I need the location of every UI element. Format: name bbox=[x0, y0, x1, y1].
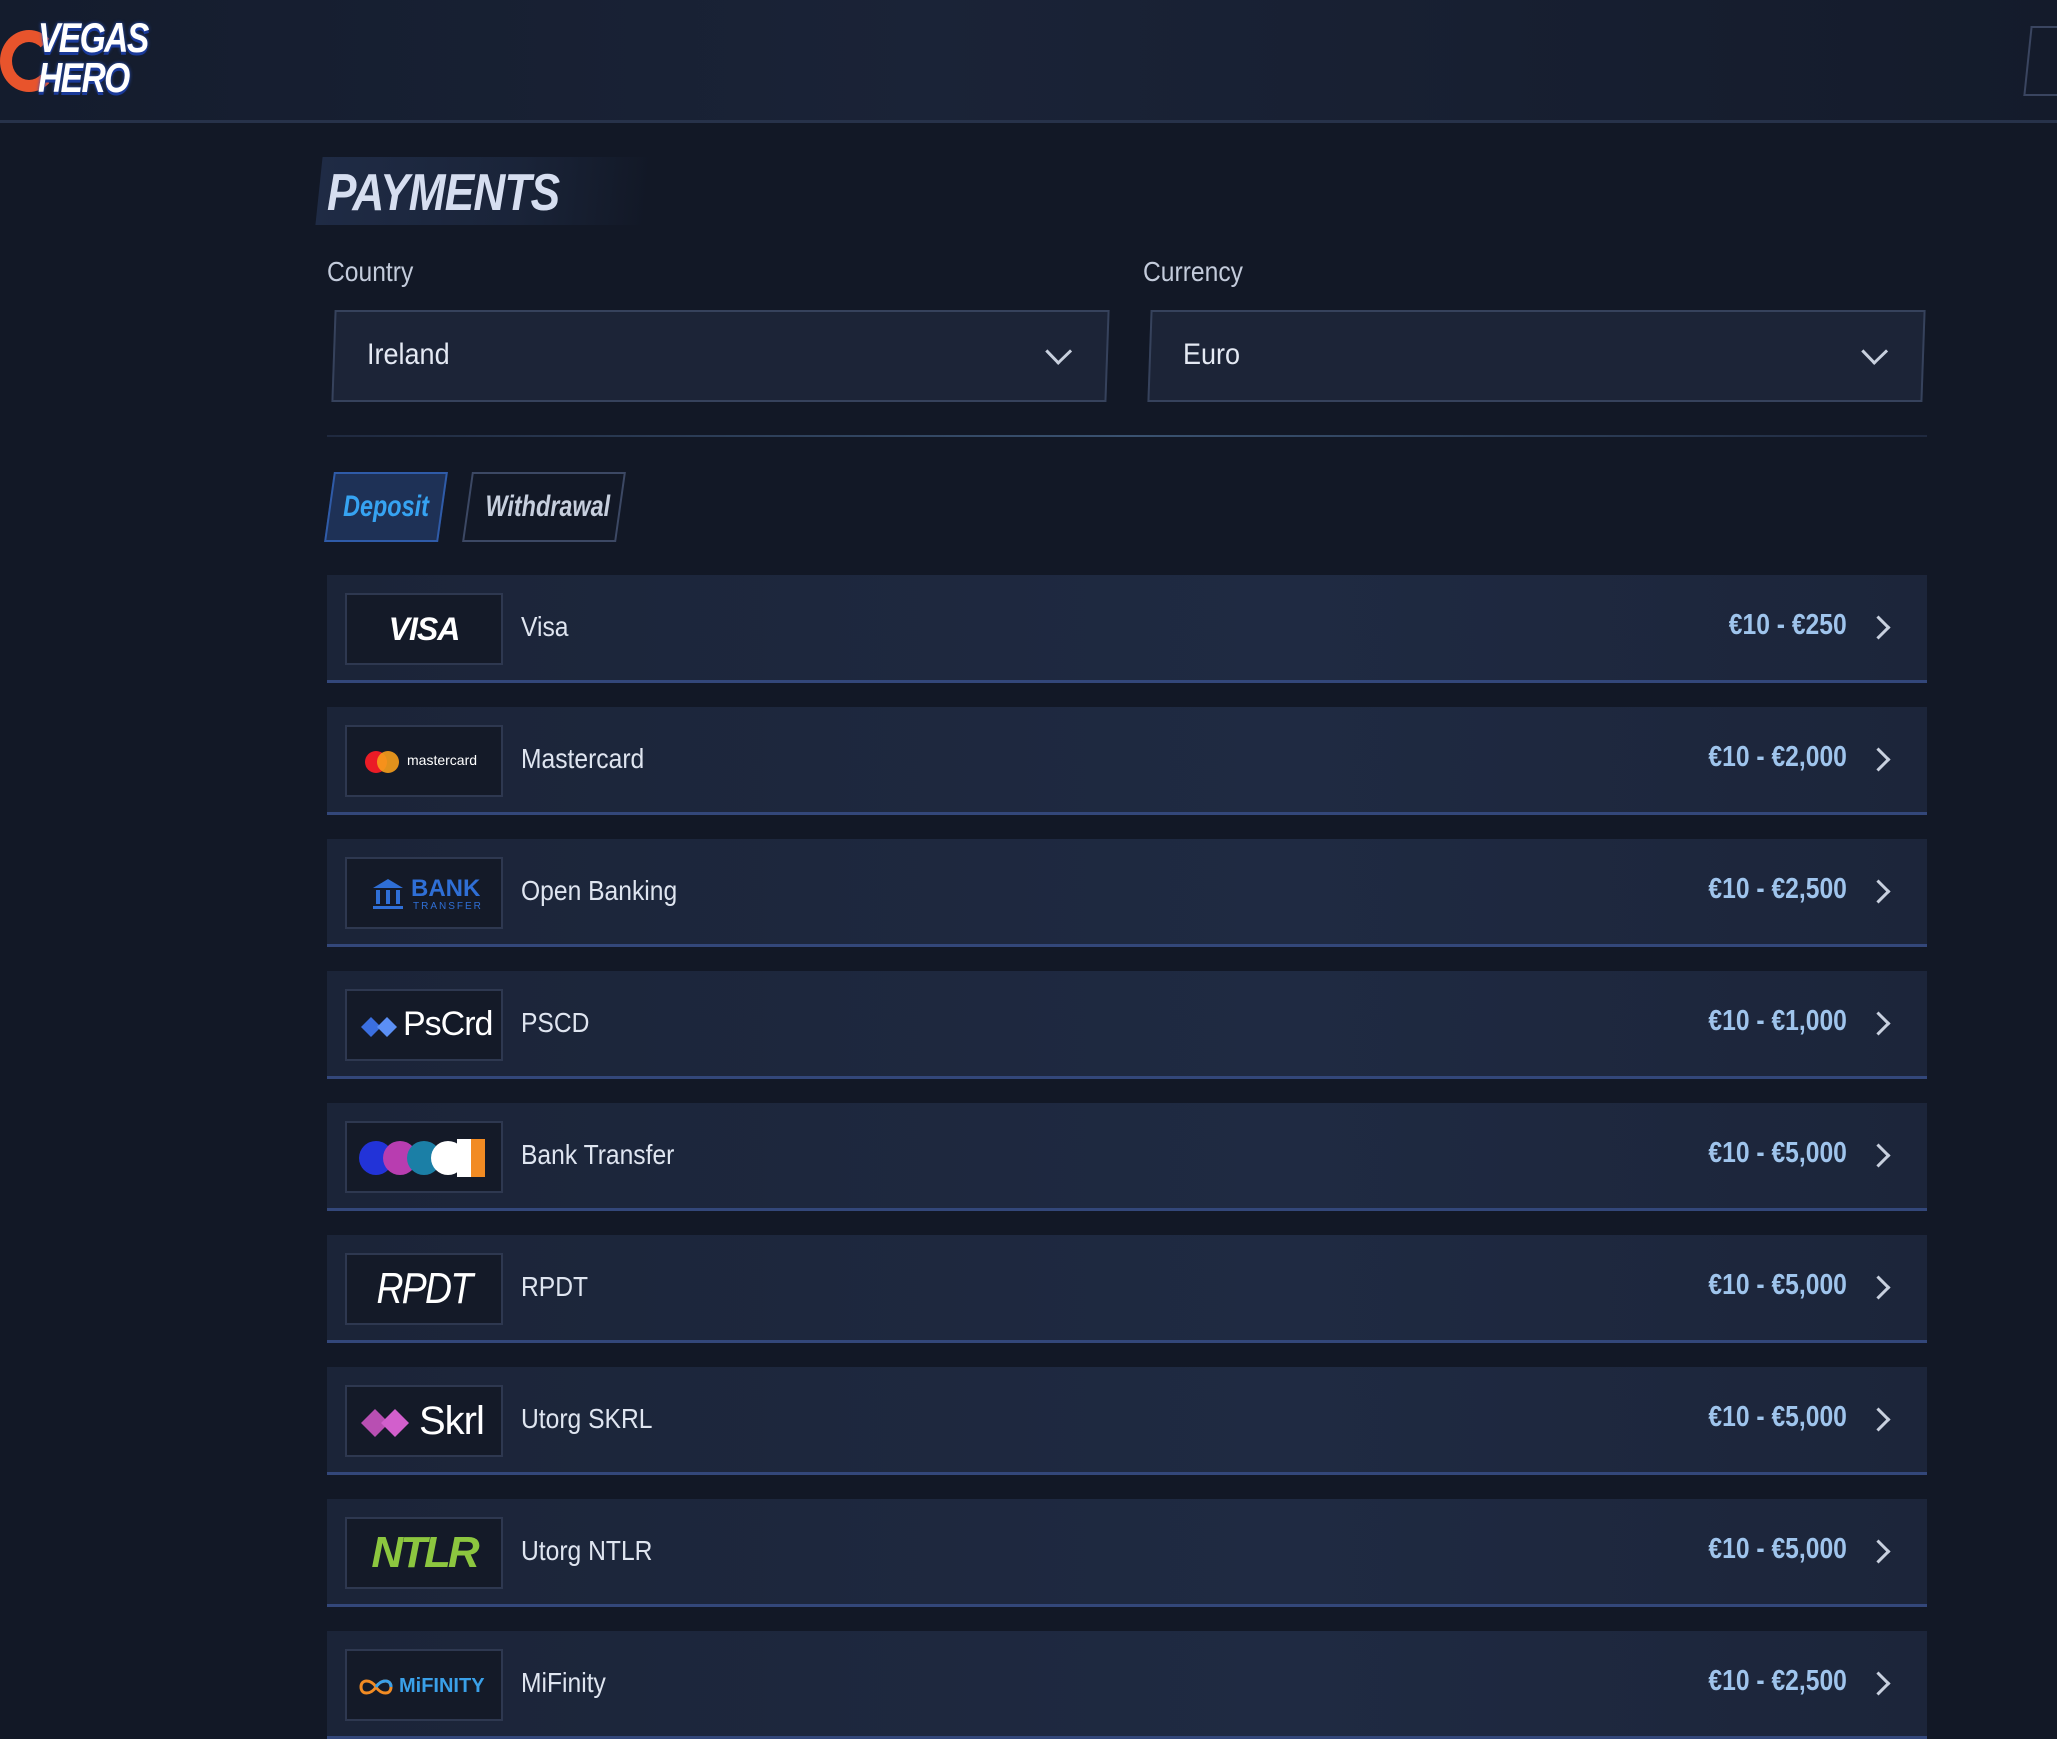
tab-deposit[interactable]: Deposit bbox=[324, 472, 448, 542]
currency-select-value: Euro bbox=[1183, 338, 1241, 371]
top-navigation-bar: VEGAS HERO bbox=[0, 0, 2057, 123]
ntlr-logo-text: NTLR bbox=[371, 1528, 479, 1577]
header-menu-button[interactable] bbox=[2023, 26, 2057, 96]
flag-white-stripe-icon bbox=[457, 1139, 471, 1177]
method-range: €10 - €250 bbox=[1729, 609, 1847, 641]
skrl-diamond-icon bbox=[361, 1409, 409, 1437]
payment-method-row-bank-transfer[interactable]: Bank Transfer €10 - €5,000 bbox=[327, 1103, 1927, 1211]
section-divider bbox=[327, 435, 1927, 437]
bank-transfer-multi-logo-icon bbox=[345, 1121, 503, 1193]
mifinity-infinity-icon bbox=[359, 1679, 393, 1695]
bank-logo-text: BANK bbox=[411, 875, 481, 902]
chevron-right-icon bbox=[1866, 1275, 1891, 1300]
mastercard-orange-circle-icon bbox=[377, 751, 399, 773]
tab-deposit-label: Deposit bbox=[343, 490, 429, 523]
method-name: Mastercard bbox=[521, 743, 645, 774]
payment-method-row-mastercard[interactable]: mastercard Mastercard €10 - €2,000 bbox=[327, 707, 1927, 815]
page-title: PAYMENTS bbox=[327, 164, 560, 222]
visa-logo-text: VISA bbox=[388, 610, 461, 647]
method-range: €10 - €5,000 bbox=[1708, 1269, 1847, 1301]
method-range: €10 - €2,500 bbox=[1708, 873, 1847, 905]
payment-method-row-open-banking[interactable]: BANK TRANSFER Open Banking €10 - €2,500 bbox=[327, 839, 1927, 947]
country-label: Country bbox=[327, 256, 414, 287]
ntlr-logo-icon: NTLR bbox=[345, 1517, 503, 1589]
currency-select[interactable]: Euro bbox=[1147, 310, 1926, 402]
chevron-right-icon bbox=[1866, 1011, 1891, 1036]
pscrd-logo-text: PsCrd bbox=[403, 1005, 493, 1043]
payment-method-row-utorg-skrl[interactable]: Skrl Utorg SKRL €10 - €5,000 bbox=[327, 1367, 1927, 1475]
payment-method-row-mifinity[interactable]: MiFINITY MiFinity €10 - €2,500 bbox=[327, 1631, 1927, 1739]
bank-logo-subtext: TRANSFER bbox=[413, 901, 483, 912]
method-name: Utorg SKRL bbox=[521, 1403, 653, 1434]
currency-label: Currency bbox=[1143, 256, 1243, 287]
chevron-right-icon bbox=[1866, 879, 1891, 904]
rpdt-logo-icon: RPDT bbox=[345, 1253, 503, 1325]
vegas-hero-logo[interactable]: VEGAS HERO bbox=[0, 12, 149, 108]
chevron-down-icon bbox=[1861, 338, 1889, 365]
chevron-right-icon bbox=[1866, 615, 1891, 640]
bank-building-icon bbox=[373, 879, 403, 909]
tab-withdrawal[interactable]: Withdrawal bbox=[462, 472, 626, 542]
chevron-right-icon bbox=[1866, 1143, 1891, 1168]
tab-withdrawal-label: Withdrawal bbox=[485, 490, 611, 523]
chevron-right-icon bbox=[1866, 747, 1891, 772]
chevron-right-icon bbox=[1866, 1407, 1891, 1432]
method-name: Utorg NTLR bbox=[521, 1535, 653, 1566]
mifinity-logo-icon: MiFINITY bbox=[345, 1649, 503, 1721]
chevron-down-icon bbox=[1045, 338, 1073, 365]
method-range: €10 - €2,500 bbox=[1708, 1665, 1847, 1697]
method-name: PSCD bbox=[521, 1007, 590, 1038]
method-range: €10 - €5,000 bbox=[1708, 1533, 1847, 1565]
chevron-right-icon bbox=[1866, 1539, 1891, 1564]
visa-logo-icon: VISA bbox=[345, 593, 503, 665]
method-range: €10 - €5,000 bbox=[1708, 1401, 1847, 1433]
flag-orange-stripe-icon bbox=[471, 1139, 485, 1177]
method-name: Open Banking bbox=[521, 875, 678, 906]
pscrd-logo-icon: PsCrd bbox=[345, 989, 503, 1061]
chevron-right-icon bbox=[1866, 1671, 1891, 1696]
country-select-value: Ireland bbox=[367, 338, 450, 371]
rpdt-logo-text: RPDT bbox=[376, 1264, 473, 1313]
method-range: €10 - €1,000 bbox=[1708, 1005, 1847, 1037]
logo-word-1: VEGAS bbox=[38, 14, 149, 61]
bank-transfer-logo-icon: BANK TRANSFER bbox=[345, 857, 503, 929]
method-name: MiFinity bbox=[521, 1667, 606, 1698]
payment-method-row-rpdt[interactable]: RPDT RPDT €10 - €5,000 bbox=[327, 1235, 1927, 1343]
skrl-logo-icon: Skrl bbox=[345, 1385, 503, 1457]
mastercard-logo-icon: mastercard bbox=[345, 725, 503, 797]
skrl-logo-text: Skrl bbox=[419, 1399, 485, 1443]
mastercard-logo-text: mastercard bbox=[407, 752, 478, 768]
method-name: RPDT bbox=[521, 1271, 589, 1302]
payment-method-row-visa[interactable]: VISA Visa €10 - €250 bbox=[327, 575, 1927, 683]
method-range: €10 - €5,000 bbox=[1708, 1137, 1847, 1169]
logo-word-2: HERO bbox=[38, 54, 130, 101]
method-name: Bank Transfer bbox=[521, 1139, 675, 1170]
payment-method-row-pscd[interactable]: PsCrd PSCD €10 - €1,000 bbox=[327, 971, 1927, 1079]
country-select[interactable]: Ireland bbox=[331, 310, 1110, 402]
method-range: €10 - €2,000 bbox=[1708, 741, 1847, 773]
payment-method-row-utorg-ntlr[interactable]: NTLR Utorg NTLR €10 - €5,000 bbox=[327, 1499, 1927, 1607]
mifinity-logo-text: MiFINITY bbox=[399, 1675, 485, 1697]
method-name: Visa bbox=[521, 611, 569, 642]
pscrd-diamond-icon bbox=[361, 1017, 397, 1037]
